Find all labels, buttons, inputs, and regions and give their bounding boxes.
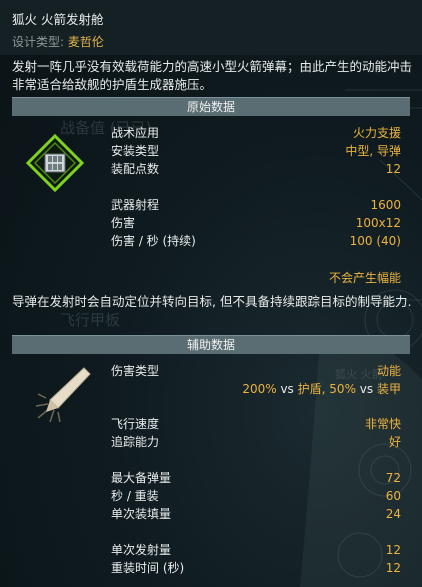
stat-value: 非常快: [364, 417, 401, 431]
weapon-title: 狐火 火箭发射舱: [12, 12, 104, 27]
stat-row-refire-delay: 重装时间 (秒) 12: [111, 559, 401, 577]
stat-value: 12: [385, 162, 401, 176]
damage-modifiers: 200% vs 护盾, 50% vs 装甲: [242, 380, 401, 397]
stat-value: 12: [385, 543, 401, 557]
medium-missile-mount-icon: [26, 134, 84, 192]
stat-row-ordnance-points: 装配点数 12: [111, 160, 401, 178]
stat-label: 伤害类型: [111, 364, 160, 378]
stat-row-damage-type: 伤害类型 动能: [111, 362, 401, 380]
stat-row-tracking: 追踪能力 好: [111, 433, 401, 451]
armor-modifier-value: 50%: [329, 382, 356, 396]
stat-row-reload-size: 单次装填量 24: [111, 505, 401, 523]
vs-text: vs: [280, 382, 294, 396]
stat-value: 1600: [370, 198, 401, 212]
weapon-description: 发射一阵几乎没有效载荷能力的高速小型火箭弹幕；由此产生的动能冲击非常适合给敌舰的…: [12, 59, 413, 92]
stat-value: 中型, 导弹: [345, 144, 401, 158]
stat-label: 武器射程: [111, 198, 160, 212]
stat-value: 24: [385, 507, 401, 521]
stat-label: 飞行速度: [111, 417, 160, 431]
kinetic-damage-icon: [36, 367, 91, 422]
stat-value: 好: [388, 435, 401, 449]
stat-label: 伤害: [111, 216, 136, 230]
stat-row-tactical-role: 战术应用 火力支援: [111, 124, 401, 142]
stat-value: 12: [385, 561, 401, 575]
stat-value: 火力支援: [352, 126, 401, 140]
stat-value: 72: [385, 471, 401, 485]
design-type-label: 设计类型:: [12, 35, 65, 49]
stat-value: 100x12: [355, 216, 401, 230]
stat-label: 装配点数: [111, 162, 160, 176]
shield-modifier-value: 200%: [242, 382, 277, 396]
weapon-tooltip: 战备值 (已已) 飞行甲板 狐火 火箭 狐火 火箭发射舱 设计类型: 麦哲伦 发…: [0, 0, 422, 587]
section-header-primary: 原始数据: [12, 97, 410, 116]
stat-row-damage: 伤害 100x12: [111, 214, 401, 232]
shield-modifier-label: 护盾,: [297, 382, 326, 396]
design-type: 设计类型: 麦哲伦: [12, 33, 104, 50]
section-header-secondary: 辅助数据: [12, 335, 410, 354]
stat-label: 单次装填量: [111, 507, 172, 521]
stat-row-burst-size: 单次发射量 12: [111, 541, 401, 559]
flux-note: 不会产生幅能: [328, 271, 401, 285]
stat-label: 战术应用: [111, 126, 160, 140]
stat-row-mount-type: 安装类型 中型, 导弹: [111, 142, 401, 160]
ghost-flight-deck-text: 飞行甲板: [60, 311, 121, 329]
stat-value: 100 (40): [349, 234, 401, 248]
stat-label: 安装类型: [111, 144, 160, 158]
guidance-note: 导弹在发射时会自动定位并转向目标, 但不具备持续跟踪目标的制导能力.: [12, 294, 412, 309]
stat-value: 动能: [376, 364, 401, 378]
stat-label: 伤害 / 秒 (持续): [111, 234, 196, 248]
stat-value: 60: [385, 489, 401, 503]
stat-row-speed: 飞行速度 非常快: [111, 415, 401, 433]
design-type-value: 麦哲伦: [67, 35, 104, 49]
tooltip-header: 狐火 火箭发射舱 设计类型: 麦哲伦: [0, 0, 422, 55]
stat-row-range: 武器射程 1600: [111, 196, 401, 214]
vs-text: vs: [359, 382, 374, 396]
stat-label: 重装时间 (秒): [111, 561, 185, 575]
stat-row-dps: 伤害 / 秒 (持续) 100 (40): [111, 232, 401, 250]
stat-row-max-ammo: 最大备弹量 72: [111, 469, 401, 487]
stat-label: 最大备弹量: [111, 471, 172, 485]
stat-label: 单次发射量: [111, 543, 172, 557]
armor-modifier-label: 装甲: [376, 382, 401, 396]
stat-row-seconds-per-reload: 秒 / 重装 60: [111, 487, 401, 505]
stat-label: 追踪能力: [111, 435, 160, 449]
stat-label: 秒 / 重装: [111, 489, 159, 503]
